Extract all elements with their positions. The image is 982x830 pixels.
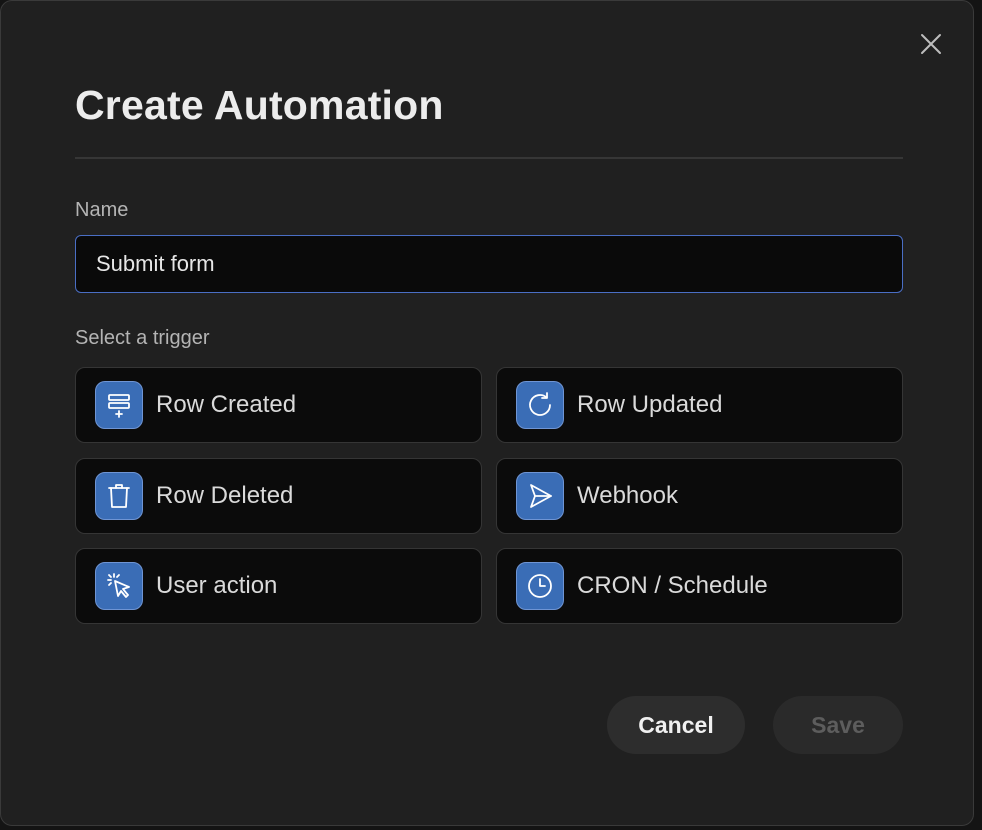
trigger-section-label: Select a trigger <box>75 327 210 349</box>
trigger-row-updated[interactable]: Row Updated <box>496 367 903 443</box>
title-divider <box>75 157 903 159</box>
send-icon <box>516 472 564 520</box>
trigger-label: User action <box>156 572 278 599</box>
trigger-label: Webhook <box>577 482 678 509</box>
trigger-row-created[interactable]: Row Created <box>75 367 482 443</box>
name-input[interactable] <box>75 235 903 293</box>
close-button[interactable] <box>917 30 945 58</box>
save-button[interactable]: Save <box>773 696 903 754</box>
trigger-cron-schedule[interactable]: CRON / Schedule <box>496 548 903 624</box>
cancel-button[interactable]: Cancel <box>607 696 745 754</box>
trigger-label: Row Updated <box>577 391 723 418</box>
trigger-label: Row Deleted <box>156 482 294 509</box>
close-icon <box>921 34 941 54</box>
trash-icon <box>95 472 143 520</box>
clock-icon <box>516 562 564 610</box>
name-field-label: Name <box>75 199 129 221</box>
dialog-title: Create Automation <box>75 82 444 128</box>
trigger-label: Row Created <box>156 391 297 418</box>
row-created-icon <box>95 381 143 429</box>
trigger-row-deleted[interactable]: Row Deleted <box>75 458 482 534</box>
cursor-click-icon <box>95 562 143 610</box>
trigger-label: CRON / Schedule <box>577 572 768 599</box>
create-automation-dialog: Create Automation Name Select a trigger … <box>0 0 974 826</box>
refresh-icon <box>516 381 564 429</box>
trigger-user-action[interactable]: User action <box>75 548 482 624</box>
trigger-webhook[interactable]: Webhook <box>496 458 903 534</box>
